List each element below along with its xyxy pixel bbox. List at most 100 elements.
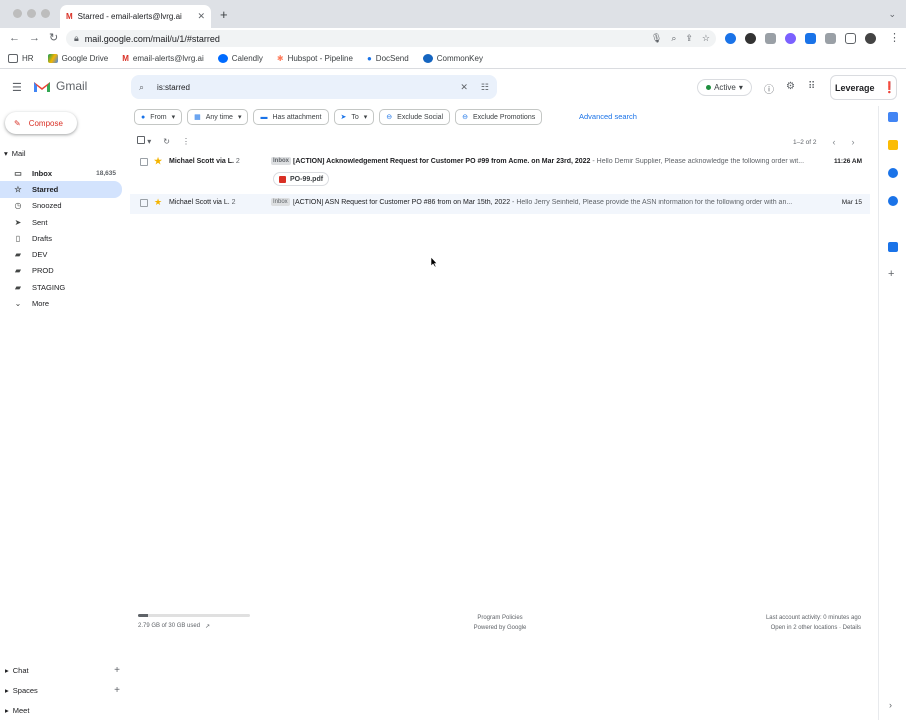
keep-app-icon[interactable] <box>888 140 898 150</box>
expand-panel-icon[interactable]: › <box>889 700 892 710</box>
contacts-app-icon[interactable] <box>888 196 898 206</box>
sidebar-item-drafts[interactable]: ▯ Drafts <box>0 230 122 246</box>
side-panel-icon[interactable] <box>845 33 856 44</box>
browser-tab[interactable]: M Starred - email-alerts@lvrg.ai ✕ <box>60 5 211 28</box>
more-vert-icon[interactable]: ⋮ <box>889 32 900 44</box>
add-addon-icon[interactable]: + <box>888 268 894 280</box>
filter-exclude-social[interactable]: ⊖ Exclude Social <box>379 109 451 125</box>
sidebar-chat[interactable]: ▸ Chat + <box>0 660 124 680</box>
starred-icon[interactable]: ★ <box>154 197 162 208</box>
bookmark-google-drive[interactable]: Google Drive <box>47 54 108 63</box>
maximize-window-button[interactable] <box>41 9 50 18</box>
email-date: 11:26 AM <box>834 158 862 165</box>
bookmark-star-icon[interactable]: ☆ <box>702 33 710 44</box>
filter-has-attachment[interactable]: ▬ Has attachment <box>253 109 329 125</box>
help-icon[interactable]: ⓘ <box>764 81 774 96</box>
address-bar[interactable]: 🔒︎ mail.google.com/mail/u/1/#starred 🎙︎ … <box>66 30 716 47</box>
compose-button[interactable]: ✎ Compose <box>5 112 77 134</box>
tab-close-icon[interactable]: ✕ <box>197 11 205 22</box>
bookmark-calendly[interactable]: Calendly <box>217 54 263 63</box>
filter-from[interactable]: ● From ▾ <box>134 109 183 125</box>
email-checkbox[interactable] <box>140 158 148 166</box>
footer-links: Program Policies Powered by Google <box>440 613 560 633</box>
puzzle-icon[interactable] <box>825 33 836 44</box>
settings-gear-icon[interactable]: ⚙ <box>786 81 795 92</box>
search-options-icon[interactable]: ☷ <box>481 82 497 93</box>
extension-icon[interactable] <box>765 33 776 44</box>
extension-icon[interactable] <box>725 33 736 44</box>
program-policies-link[interactable]: Program Policies <box>440 613 560 623</box>
starred-icon[interactable]: ★ <box>154 156 162 167</box>
sidebar-spaces[interactable]: ▸ Spaces + <box>0 680 124 700</box>
list-toolbar: ▾ ↻ ⋮ <box>137 136 190 146</box>
mail-section-header[interactable]: ▾ Mail <box>4 149 26 158</box>
attachment-chip[interactable]: PO-99.pdf <box>273 172 330 186</box>
email-row[interactable]: ★ Michael Scott via L. 2 Inbox [ACTION] … <box>130 194 870 214</box>
prev-page-icon[interactable]: ‹ <box>833 137 836 147</box>
sidebar-item-snoozed[interactable]: ◷ Snoozed <box>0 198 122 214</box>
advanced-search-link[interactable]: Advanced search <box>579 112 637 121</box>
filter-to[interactable]: ➤ To ▾ <box>333 109 375 125</box>
filter-any-time[interactable]: ▦ Any time ▾ <box>187 109 249 125</box>
email-checkbox[interactable] <box>140 199 148 207</box>
sidebar-item-inbox[interactable]: ▭ Inbox 18,635 <box>0 165 122 181</box>
search-bar[interactable]: ⌕ ✕ ☷ <box>131 75 497 99</box>
filter-exclude-promotions[interactable]: ⊖ Exclude Promotions <box>455 109 543 125</box>
add-space-icon[interactable]: + <box>114 685 120 696</box>
label-icon: ▰ <box>14 250 22 260</box>
details-link[interactable]: Open in 2 other locations · Details <box>766 623 861 633</box>
mouse-cursor-icon <box>431 257 438 268</box>
email-date: Mar 15 <box>841 199 862 206</box>
apps-grid-icon[interactable]: ⠿ <box>808 81 815 92</box>
email-row[interactable]: ★ Michael Scott via L. 2 Inbox [ACTION] … <box>130 153 870 193</box>
clear-search-icon[interactable]: ✕ <box>460 82 468 93</box>
zoom-icon[interactable]: ⌕ <box>671 33 676 44</box>
reload-icon[interactable]: ↻ <box>49 32 58 44</box>
close-window-button[interactable] <box>13 9 22 18</box>
search-icon[interactable]: ⌕ <box>139 82 144 93</box>
more-options-icon[interactable]: ⋮ <box>182 137 190 146</box>
microphone-icon[interactable]: 🎙︎ <box>651 33 662 44</box>
main-menu-icon[interactable]: ☰ <box>12 81 22 94</box>
minimize-window-button[interactable] <box>27 9 36 18</box>
next-page-icon[interactable]: › <box>852 137 855 147</box>
pencil-icon: ✎ <box>14 118 21 128</box>
external-link-icon[interactable]: ↗ <box>205 623 210 630</box>
search-input[interactable] <box>157 82 448 92</box>
add-chat-icon[interactable]: + <box>114 665 120 676</box>
profile-avatar[interactable] <box>865 33 876 44</box>
refresh-icon[interactable]: ↻ <box>163 137 170 146</box>
calendar-app-icon[interactable] <box>888 112 898 122</box>
tasks-app-icon[interactable] <box>888 168 898 178</box>
zoom-app-icon[interactable] <box>888 242 898 252</box>
back-icon[interactable]: ← <box>9 32 20 44</box>
bookmark-hubspot[interactable]: ✱ Hubspot - Pipeline <box>277 54 353 63</box>
sidebar-item-starred[interactable]: ☆ Starred <box>0 181 122 198</box>
bookmark-docsend[interactable]: ● DocSend <box>367 54 409 63</box>
browser-toolbar: ← → ↻ 🔒︎ mail.google.com/mail/u/1/#starr… <box>0 28 906 49</box>
sidebar-item-dev[interactable]: ▰ DEV <box>0 246 122 262</box>
bookmark-commonkey[interactable]: CommonKey <box>422 54 483 63</box>
tab-search-icon[interactable]: ⌄ <box>888 9 896 20</box>
bookmark-hr[interactable]: HR <box>8 54 34 63</box>
tab-title: Starred - email-alerts@lvrg.ai <box>77 12 182 21</box>
storage-bar <box>138 614 250 617</box>
gmail-logo[interactable]: Gmail <box>33 79 87 93</box>
extension-icon[interactable] <box>745 33 756 44</box>
forward-icon[interactable]: → <box>29 32 40 44</box>
sidebar-meet[interactable]: ▸ Meet <box>0 700 124 720</box>
sidebar-item-prod[interactable]: ▰ PROD <box>0 263 122 279</box>
account-button[interactable]: Leverage ❗ <box>830 75 897 100</box>
alert-exclamation-icon: ❗ <box>882 82 897 94</box>
sidebar-item-sent[interactable]: ➤ Sent <box>0 214 122 230</box>
bookmark-email-alerts[interactable]: Memail-alerts@lvrg.ai <box>122 54 203 63</box>
select-all-checkbox[interactable]: ▾ <box>137 136 151 146</box>
sidebar-item-staging[interactable]: ▰ STAGING <box>0 279 122 295</box>
sidebar-nav: ▭ Inbox 18,635 ☆ Starred ◷ Snoozed ➤ Sent ▯ Dr… <box>0 165 122 312</box>
sidebar-item-more[interactable]: ⌄ More <box>0 295 122 311</box>
new-tab-button[interactable]: + <box>220 8 228 21</box>
extension-icon[interactable] <box>785 33 796 44</box>
share-icon[interactable]: ⇪ <box>685 33 693 44</box>
extension-icon[interactable] <box>805 33 816 44</box>
status-dropdown[interactable]: Active ▾ <box>697 79 752 96</box>
